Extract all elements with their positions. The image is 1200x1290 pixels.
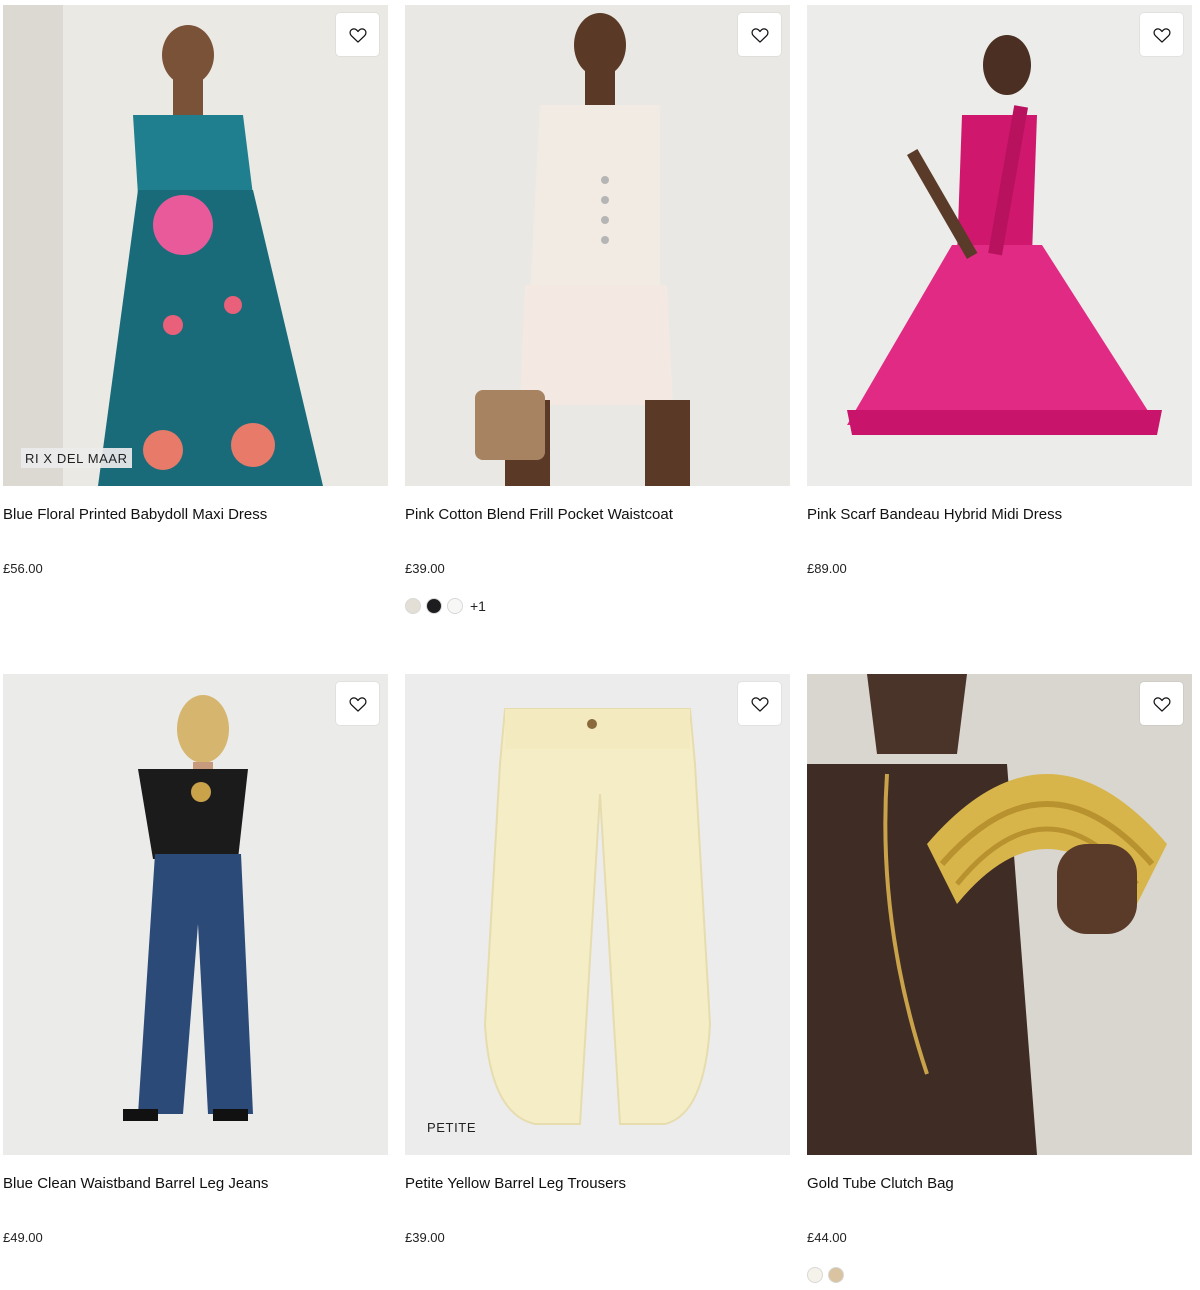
product-title[interactable]: Gold Tube Clutch Bag	[807, 1175, 954, 1192]
product-price: £89.00	[807, 561, 847, 576]
product-image[interactable]	[3, 674, 388, 1155]
product-image[interactable]	[807, 674, 1192, 1155]
product-badge: PETITE	[423, 1117, 481, 1137]
product-title[interactable]: Pink Scarf Bandeau Hybrid Midi Dress	[807, 506, 1062, 523]
product-price: £44.00	[807, 1230, 847, 1245]
product-title[interactable]: Petite Yellow Barrel Leg Trousers	[405, 1175, 626, 1192]
more-colors-count[interactable]: +1	[470, 598, 486, 614]
product-price: £56.00	[3, 561, 43, 576]
wishlist-button[interactable]	[336, 682, 379, 725]
color-swatch-cream[interactable]	[807, 1267, 823, 1283]
heart-outline-icon	[1152, 696, 1171, 712]
product-price: £39.00	[405, 561, 445, 576]
product-title[interactable]: Pink Cotton Blend Frill Pocket Waistcoat	[405, 506, 673, 523]
product-badge: RI X DEL MAAR	[21, 448, 132, 468]
wishlist-button[interactable]	[738, 682, 781, 725]
product-card[interactable]: Pink Scarf Bandeau Hybrid Midi Dress £89…	[807, 5, 1192, 576]
color-swatch-gold[interactable]	[828, 1267, 844, 1283]
product-photo	[3, 674, 388, 1155]
heart-outline-icon	[348, 696, 367, 712]
wishlist-button[interactable]	[1140, 682, 1183, 725]
product-image[interactable]: PETITE	[405, 674, 790, 1155]
product-photo	[405, 5, 790, 486]
product-price: £39.00	[405, 1230, 445, 1245]
wishlist-button[interactable]	[1140, 13, 1183, 56]
product-title[interactable]: Blue Clean Waistband Barrel Leg Jeans	[3, 1175, 268, 1192]
product-title[interactable]: Blue Floral Printed Babydoll Maxi Dress	[3, 506, 267, 523]
color-swatch-stone[interactable]	[405, 598, 421, 614]
product-photo	[405, 674, 790, 1155]
color-swatches: +1	[405, 598, 486, 614]
product-card[interactable]: RI X DEL MAAR Blue Floral Printed Babydo…	[3, 5, 388, 576]
product-photo	[807, 674, 1192, 1155]
color-swatch-black[interactable]	[426, 598, 442, 614]
product-card[interactable]: Pink Cotton Blend Frill Pocket Waistcoat…	[405, 5, 790, 614]
heart-outline-icon	[348, 27, 367, 43]
heart-outline-icon	[750, 696, 769, 712]
product-card[interactable]: Blue Clean Waistband Barrel Leg Jeans £4…	[3, 674, 388, 1245]
product-photo	[3, 5, 388, 486]
product-card[interactable]: PETITE Petite Yellow Barrel Leg Trousers…	[405, 674, 790, 1245]
color-swatch-white[interactable]	[447, 598, 463, 614]
product-grid: RI X DEL MAAR Blue Floral Printed Babydo…	[0, 0, 1200, 1290]
product-image[interactable]	[405, 5, 790, 486]
product-image[interactable]: RI X DEL MAAR	[3, 5, 388, 486]
product-image[interactable]	[807, 5, 1192, 486]
product-card[interactable]: Gold Tube Clutch Bag £44.00	[807, 674, 1192, 1283]
heart-outline-icon	[1152, 27, 1171, 43]
heart-outline-icon	[750, 27, 769, 43]
wishlist-button[interactable]	[738, 13, 781, 56]
product-photo	[807, 5, 1192, 486]
wishlist-button[interactable]	[336, 13, 379, 56]
product-price: £49.00	[3, 1230, 43, 1245]
color-swatches	[807, 1267, 844, 1283]
